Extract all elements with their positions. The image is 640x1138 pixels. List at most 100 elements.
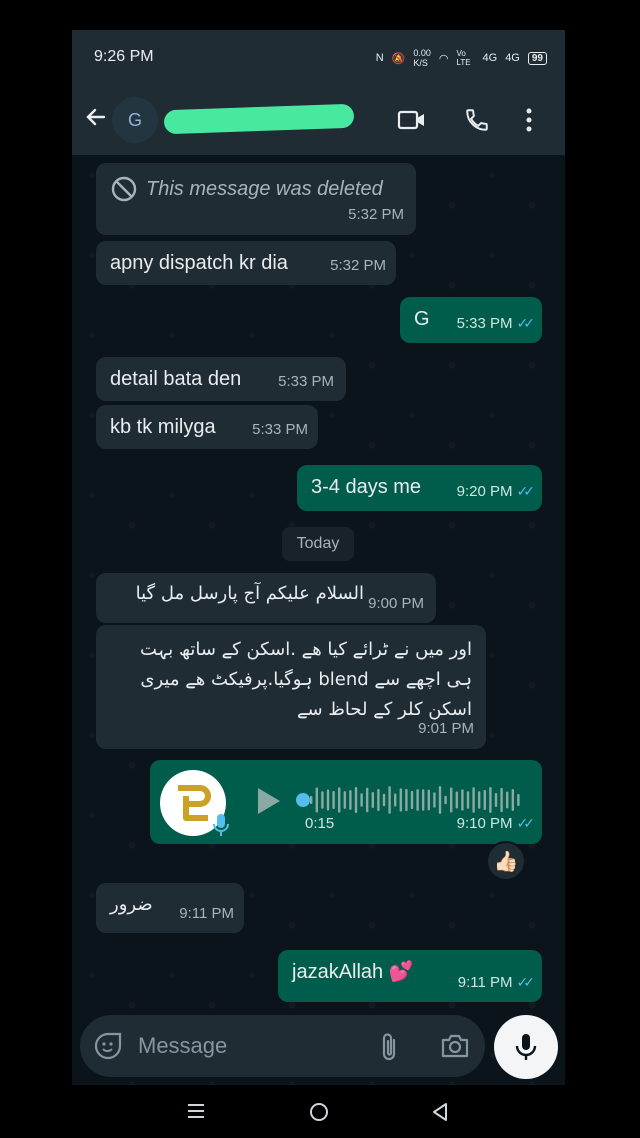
read-receipt-icon: ✓✓	[516, 315, 536, 331]
waveform-bar	[326, 789, 330, 811]
back-arrow-icon[interactable]	[84, 105, 108, 129]
record-voice-button[interactable]	[494, 1015, 558, 1079]
waveform-bar	[394, 793, 397, 807]
message-meta: 9:11 PM ✓✓	[457, 968, 536, 997]
net-speed-unit: K/S	[413, 58, 428, 68]
waveform-bar	[483, 789, 486, 811]
waveform-bar	[366, 787, 369, 813]
waveform-bar	[377, 789, 380, 811]
back-nav-icon[interactable]	[430, 1101, 450, 1123]
message-text: ضرور	[110, 894, 153, 915]
message-bubble-in[interactable]: kb tk milyga 5:33 PM	[96, 405, 318, 449]
waveform-bar	[478, 791, 481, 809]
waveform-bar	[506, 791, 509, 809]
status-icons: N 🔕 0.00 K/S ◠ Vo LTE 4G 4G 99	[376, 48, 547, 68]
waveform-bar	[321, 791, 324, 809]
net-speed-value: 0.00	[413, 48, 431, 58]
status-time: 9:26 PM	[94, 48, 154, 65]
signal-1-icon: 4G	[482, 52, 498, 64]
message-time: 9:10 PM	[456, 815, 513, 832]
mute-icon: 🔕	[391, 52, 406, 65]
waveform-bar	[332, 791, 335, 809]
message-text: kb tk milyga	[110, 416, 216, 438]
contact-name-redacted[interactable]	[163, 103, 355, 135]
waveform-bar	[315, 787, 318, 813]
system-nav-bar	[72, 1085, 565, 1138]
message-bubble-in[interactable]: apny dispatch kr dia 5:32 PM	[96, 241, 396, 285]
message-text: G	[414, 308, 430, 330]
battery-icon: 99	[527, 51, 547, 65]
waveform-bar	[427, 789, 430, 811]
message-bubble-in[interactable]: ضرور 9:11 PM	[96, 883, 244, 933]
waveform-bar	[517, 794, 520, 806]
message-text: detail bata den	[110, 368, 242, 390]
more-options-icon[interactable]	[524, 107, 534, 133]
playback-position-dot[interactable]	[296, 793, 310, 807]
message-bubble-in[interactable]: اور میں نے ٹرائے کیا ھے .اسکن کے ساتھ بہ…	[96, 625, 486, 749]
reaction-badge[interactable]: 👍🏻	[486, 841, 526, 881]
message-time: 9:20 PM	[456, 483, 513, 500]
waveform-bar	[399, 788, 402, 812]
read-receipt-icon: ✓✓	[516, 974, 536, 990]
status-bar: 9:26 PM N 🔕 0.00 K/S ◠ Vo LTE 4G 4G 99	[72, 30, 565, 85]
waveform-bar	[416, 789, 419, 811]
deleted-icon	[111, 176, 137, 202]
waveform-bar	[422, 789, 425, 811]
waveform-bar	[511, 789, 514, 811]
camera-icon[interactable]	[440, 1032, 470, 1060]
waveform-bar	[354, 786, 358, 814]
chat-area[interactable]: This message was deleted 5:32 PM apny di…	[72, 155, 565, 1085]
home-icon[interactable]	[308, 1101, 330, 1123]
waveform-bar	[338, 787, 341, 813]
message-meta: 5:33 PM ✓✓	[456, 309, 536, 338]
message-text: This message was deleted	[146, 178, 383, 200]
volte-label: Vo LTE	[456, 49, 471, 67]
message-bubble-out[interactable]: 3-4 days me 9:20 PM ✓✓	[297, 465, 542, 511]
message-time: 9:11 PM	[457, 974, 513, 991]
message-time: 5:32 PM	[330, 257, 386, 274]
waveform-bar	[360, 793, 363, 807]
voice-message-bubble[interactable]: 0:15 9:10 PM ✓✓	[150, 760, 542, 844]
date-divider: Today	[282, 527, 354, 561]
message-meta: 9:10 PM ✓✓	[456, 809, 536, 838]
message-meta: 9:20 PM ✓✓	[456, 477, 536, 506]
contact-avatar[interactable]: G	[112, 97, 158, 143]
message-bubble-in[interactable]: This message was deleted 5:32 PM	[96, 163, 416, 235]
read-receipt-icon: ✓✓	[516, 483, 536, 499]
message-bubble-out[interactable]: jazakAllah 💕 9:11 PM ✓✓	[278, 950, 542, 1002]
waveform-bar	[310, 796, 313, 804]
sticker-icon[interactable]	[94, 1032, 122, 1060]
nfc-icon: N	[375, 52, 384, 64]
waveform-bar	[382, 793, 386, 807]
message-text: 3-4 days me	[311, 476, 422, 498]
waveform-bar	[494, 792, 498, 808]
message-time: 5:33 PM	[456, 315, 513, 332]
message-bubble-in[interactable]: السلام علیکم آج پارسل مل گیا 9:00 PM	[96, 573, 436, 623]
message-bubble-out[interactable]: G 5:33 PM ✓✓	[400, 297, 542, 343]
read-receipt-icon: ✓✓	[516, 815, 536, 831]
message-text: اور میں نے ٹرائے کیا ھے .اسکن کے ساتھ بہ…	[140, 639, 472, 720]
microphone-icon	[515, 1034, 537, 1060]
waveform-bar	[388, 786, 391, 814]
message-text: السلام علیکم آج پارسل مل گیا	[135, 583, 364, 604]
voice-duration: 0:15	[305, 815, 335, 832]
message-composer[interactable]: Message	[80, 1015, 485, 1077]
message-time: 9:11 PM	[179, 905, 234, 922]
message-text: jazakAllah 💕	[292, 961, 414, 983]
waveform-bar	[461, 789, 464, 811]
waveform-bar	[438, 786, 442, 814]
attach-icon[interactable]	[378, 1032, 400, 1062]
signal-2-icon: 4G	[505, 52, 520, 64]
message-input[interactable]: Message	[138, 1033, 227, 1059]
video-call-icon[interactable]	[397, 107, 427, 133]
waveform-bar	[433, 792, 436, 808]
message-time: 9:00 PM	[368, 595, 424, 612]
play-icon[interactable]	[254, 786, 282, 816]
waveform-bar	[349, 790, 352, 810]
recents-icon[interactable]	[186, 1101, 206, 1121]
waveform-bar	[444, 795, 447, 805]
voice-call-icon[interactable]	[464, 107, 490, 133]
message-bubble-in[interactable]: detail bata den 5:33 PM	[96, 357, 346, 401]
message-time: 5:32 PM	[348, 206, 404, 223]
waveform-bar	[410, 790, 414, 810]
